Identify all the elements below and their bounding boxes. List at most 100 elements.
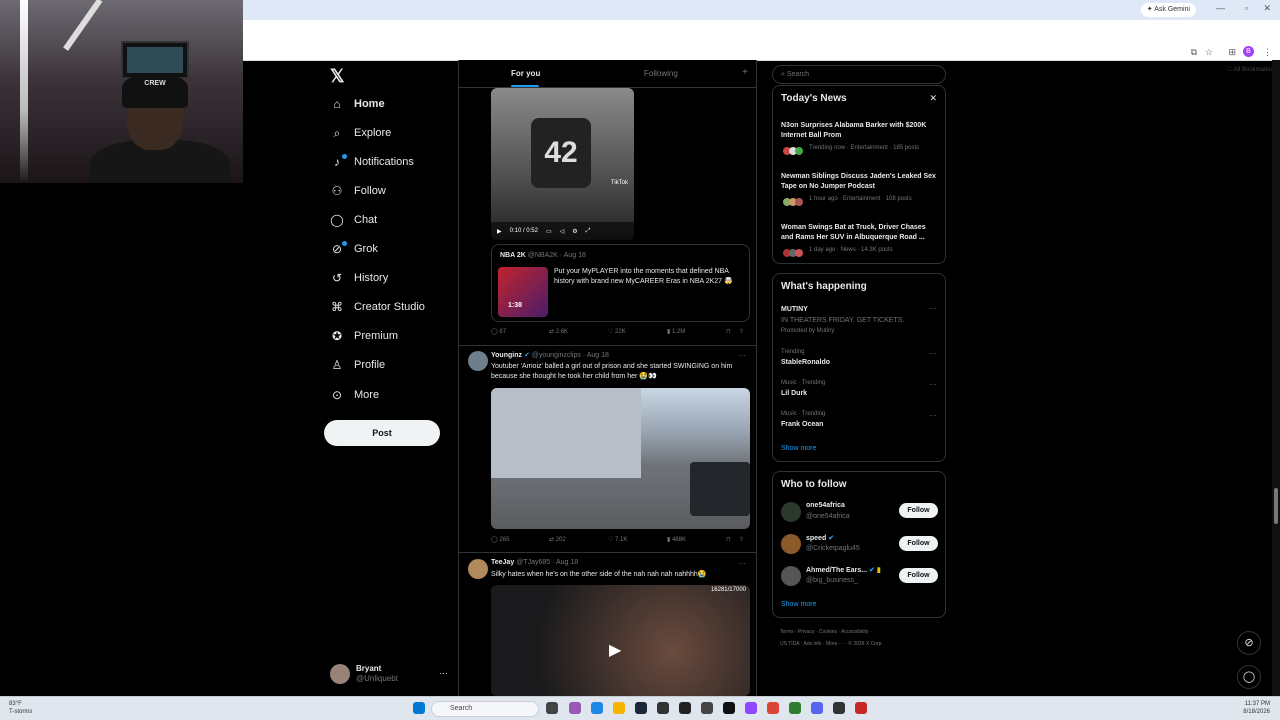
post-author[interactable]: TeeJay [491,559,514,566]
follow-button[interactable]: Follow [899,536,938,551]
nav-premium[interactable]: ✪ Premium [329,325,398,347]
post-author[interactable]: Younginz [491,352,522,359]
tab-following[interactable]: Following [644,69,678,78]
app-icon[interactable] [723,702,735,714]
discord-icon[interactable] [811,702,823,714]
all-bookmarks-button[interactable]: 🗀 All Bookmarks [1226,65,1272,75]
post-video[interactable] [491,388,750,529]
share-icon[interactable]: ⇧ [739,536,744,543]
close-window-icon[interactable]: ✕ [1263,3,1271,14]
ask-gemini-button[interactable]: ✦ Ask Gemini [1140,3,1196,17]
account-switcher[interactable]: Bryant @Unliquebt ··· [330,664,448,688]
settings-icon[interactable]: ⚙ [572,228,577,235]
taskbar-search[interactable]: Search [431,701,539,717]
add-tab-icon[interactable]: + [742,67,748,78]
nav-home[interactable]: ⌂ Home [329,93,384,115]
app-icon[interactable] [569,702,581,714]
news-item-title[interactable]: N3on Surprises Alabama Barker with $200K… [781,121,937,141]
page-scrollbar[interactable] [1272,60,1280,696]
app-icon[interactable] [657,702,669,714]
captions-icon[interactable]: ▭ [546,228,552,235]
start-icon[interactable] [413,702,425,714]
app-icon[interactable] [701,702,713,714]
like-button[interactable]: ♡ 22K [608,328,626,335]
weather-widget[interactable]: 83°F T-storms [9,700,32,716]
messages-float-icon[interactable]: ◯ [1237,665,1261,689]
volume-icon[interactable]: ◁ [560,228,565,235]
more-dots-icon[interactable]: ··· [929,411,937,420]
browser-menu-icon[interactable]: ⋮ [1263,47,1272,58]
more-dots-icon[interactable]: ··· [738,351,746,360]
file-explorer-icon[interactable] [613,702,625,714]
nav-grok[interactable]: ⊘ Grok [329,238,378,260]
trend-title[interactable]: Frank Ocean [781,421,823,428]
x-logo-icon[interactable]: 𝕏 [330,66,345,87]
restore-icon[interactable]: ▫ [1245,3,1248,13]
app-icon[interactable] [679,702,691,714]
nav-follow[interactable]: ⚇ Follow [329,180,386,202]
avatar[interactable] [468,559,488,579]
follow-button[interactable]: Follow [899,568,938,583]
scrollbar-thumb[interactable] [1274,488,1278,524]
nav-creator-studio[interactable]: ⌘ Creator Studio [329,296,425,318]
suggested-name[interactable]: one54africa [806,502,845,509]
follow-button[interactable]: Follow [899,503,938,518]
grok-float-icon[interactable]: ⊘ [1237,631,1261,655]
more-dots-icon[interactable]: ··· [929,304,937,313]
post-video[interactable]: 42 TikTok ▶ 0:10 / 0:52 ▭ ◁ ⚙ ⤢ [491,88,634,240]
nav-more[interactable]: ⊙ More [329,384,379,406]
play-icon[interactable]: ▶ [609,640,621,660]
repost-button[interactable]: ⇄ 2.6K [549,328,568,335]
post-video[interactable]: 16281/17000 ▶ [491,585,750,696]
bookmark-star-icon[interactable]: ☆ [1205,47,1213,58]
trend-title[interactable]: Lil Durk [781,390,807,397]
task-view-icon[interactable] [546,702,558,714]
share-icon[interactable]: ⇧ [739,328,744,335]
bookmark-icon[interactable]: ⊓ [726,536,731,543]
profile-avatar[interactable]: B [1243,46,1254,57]
news-item-title[interactable]: Newman Siblings Discuss Jaden's Leaked S… [781,172,937,192]
twitch-icon[interactable] [745,702,757,714]
nav-history[interactable]: ↺ History [329,267,388,289]
news-item-title[interactable]: Woman Swings Bat at Truck, Driver Chases… [781,223,937,243]
nav-explore[interactable]: ⌕ Explore [329,122,392,144]
trend-title[interactable]: MUTINY [781,306,808,313]
bookmark-icon[interactable]: ⊓ [726,328,731,335]
quoted-post[interactable]: NBA 2K @NBA2K · Aug 18 1:38 Put your MyP… [491,244,750,322]
trend-title[interactable]: StableRonaldo [781,359,830,366]
reply-button[interactable]: ◯ 265 [491,536,509,543]
avatar[interactable] [468,351,488,371]
suggested-name[interactable]: Ahmed/The Ears... ✔ ▮ [806,566,881,574]
avatar[interactable] [781,502,801,522]
reply-button[interactable]: ◯ 87 [491,328,506,335]
views-button[interactable]: ▮ 488K [667,536,686,543]
search-input[interactable]: ⌕ Search [772,65,946,84]
show-more-link[interactable]: Show more [781,601,816,608]
nav-notifications[interactable]: ♪ Notifications [329,151,414,173]
views-button[interactable]: ▮ 1.2M [667,328,685,335]
minimize-icon[interactable]: — [1216,3,1225,13]
play-icon[interactable]: ▶ [497,228,502,235]
system-clock[interactable]: 11:37 PM 8/18/2026 [1243,700,1270,716]
more-dots-icon[interactable]: ··· [929,380,937,389]
post-button[interactable]: Post [324,420,440,446]
app-icon[interactable] [789,702,801,714]
repost-button[interactable]: ⇄ 202 [549,536,566,543]
nav-chat[interactable]: ◯ Chat [329,209,377,231]
footer-line[interactable]: Terms · Privacy · Cookies · Accessibilit… [780,626,940,638]
footer-line[interactable]: US TIDA · Ads info · More ··· · © 2026 X… [780,638,940,650]
chrome-icon[interactable] [767,702,779,714]
tab-for-you[interactable]: For you [511,69,540,78]
close-icon[interactable]: ✕ [929,93,937,104]
steam-icon[interactable] [635,702,647,714]
suggested-name[interactable]: speed ✔ [806,534,834,542]
nav-profile[interactable]: ♙ Profile [329,354,386,376]
app-icon[interactable] [855,702,867,714]
fullscreen-icon[interactable]: ⤢ [586,228,591,235]
show-more-link[interactable]: Show more [781,445,816,452]
avatar[interactable] [781,566,801,586]
edge-icon[interactable] [591,702,603,714]
more-dots-icon[interactable]: ··· [929,349,937,358]
install-app-icon[interactable]: ⧉ [1191,47,1197,58]
more-dots-icon[interactable]: ··· [738,559,746,568]
